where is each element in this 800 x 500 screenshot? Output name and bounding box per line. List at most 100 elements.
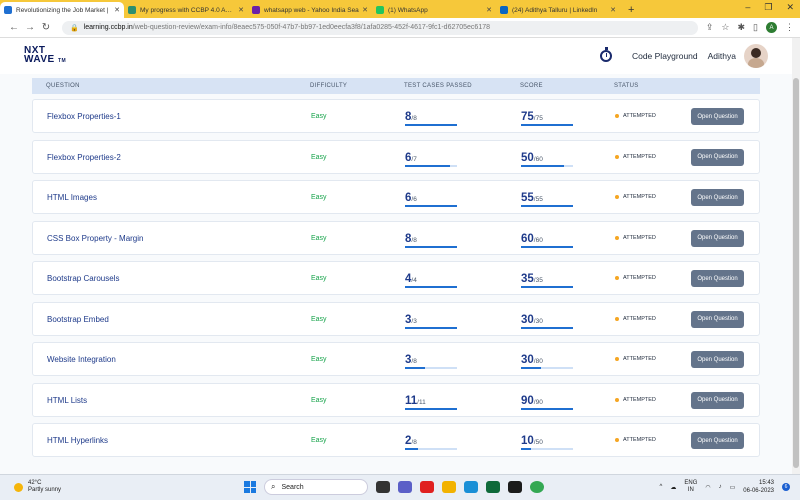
tab-close-icon[interactable]: ✕ <box>114 6 120 14</box>
chevron-up-icon[interactable]: ^ <box>660 484 663 490</box>
tests-progress-fill <box>405 245 457 248</box>
notification-badge[interactable]: 6 <box>782 483 790 491</box>
browser-tab[interactable]: whatsapp web - Yahoo India Sea ✕ <box>248 2 372 18</box>
menu-kebab-icon[interactable]: ⋮ <box>785 22 794 33</box>
weather-text: Partly sunny <box>28 487 62 493</box>
stopwatch-icon[interactable] <box>599 47 612 62</box>
file-explorer-icon[interactable] <box>442 481 456 493</box>
status-badge: ATTEMPTED <box>615 235 656 241</box>
open-question-button[interactable]: Open Question <box>691 432 744 449</box>
cloud-icon[interactable]: ☁ <box>670 484 676 491</box>
question-title[interactable]: Flexbox Properties-1 <box>47 112 121 121</box>
close-window-icon[interactable]: ✕ <box>786 2 794 13</box>
wifi-icon[interactable]: ◠ <box>705 484 710 491</box>
battery-icon[interactable]: ▭ <box>730 484 736 491</box>
url-field[interactable]: 🔒 learning.ccbp.in /web-question-review/… <box>62 20 698 35</box>
score-progress-bar <box>521 205 573 207</box>
taskbar-search[interactable]: ⌕ Search <box>264 479 368 495</box>
user-avatar[interactable] <box>744 44 768 68</box>
status-text: ATTEMPTED <box>623 356 656 362</box>
browser-tab-bar: Revolutionizing the Job Market | ✕ My prog… <box>0 0 800 18</box>
windows-start-icon[interactable] <box>244 481 256 493</box>
dell-icon[interactable] <box>508 481 522 493</box>
code-playground-link[interactable]: Code Playground <box>632 51 698 61</box>
task-view-icon[interactable] <box>376 481 390 493</box>
edge-icon[interactable] <box>464 481 478 493</box>
user-name[interactable]: Adithya <box>708 51 736 61</box>
taskbar-apps: ⌕ Search <box>244 479 544 495</box>
difficulty-label: Easy <box>311 194 327 201</box>
status-dot-icon <box>615 397 619 402</box>
profile-avatar[interactable]: A <box>766 22 777 33</box>
question-title[interactable]: Flexbox Properties-2 <box>47 153 121 162</box>
tests-passed: 8/8 <box>405 107 417 125</box>
score-progress-fill <box>521 164 565 167</box>
open-question-button[interactable]: Open Question <box>691 148 744 166</box>
minimize-icon[interactable]: – <box>745 2 750 13</box>
open-question-button[interactable]: Open Question <box>691 310 744 328</box>
clock[interactable]: 15:43 06-06-2023 <box>743 479 774 495</box>
forward-icon[interactable]: → <box>22 22 38 33</box>
open-question-button[interactable]: Open Question <box>691 270 744 287</box>
tab-title: (1) WhatsApp <box>388 6 428 14</box>
sidebar-icon[interactable]: ▯ <box>753 22 758 33</box>
scrollbar-thumb[interactable] <box>793 78 799 468</box>
question-title[interactable]: Website Integration <box>47 355 116 364</box>
chrome-icon[interactable] <box>530 481 544 493</box>
toolbar-icons: ⇪ ☆ ✱ ▯ A ⋮ <box>706 22 794 33</box>
back-icon[interactable]: ← <box>6 22 22 33</box>
table-row: HTML Lists Easy 11/11 90/90 ATTEMPTED Open Qu… <box>32 382 760 417</box>
status-badge: ATTEMPTED <box>615 316 656 322</box>
reload-icon[interactable]: ↻ <box>38 22 54 33</box>
weather-widget[interactable]: 42°C Partly sunny <box>14 480 61 494</box>
browser-tab[interactable]: Revolutionizing the Job Market | ✕ <box>0 2 124 18</box>
open-question-button[interactable]: Open Question <box>691 189 744 206</box>
share-icon[interactable]: ⇪ <box>706 22 714 33</box>
language-indicator[interactable]: ENG IN <box>684 480 697 494</box>
score-max: /60 <box>533 155 543 163</box>
search-icon: ⌕ <box>271 482 276 491</box>
store-icon[interactable] <box>486 481 500 493</box>
table-row: Website Integration Easy 3/8 30/80 ATTEMPTED… <box>32 342 760 376</box>
tests-progress-bar <box>405 245 457 248</box>
open-question-button[interactable]: Open Question <box>691 229 744 247</box>
tests-passed: 2/8 <box>405 431 417 449</box>
tab-close-icon[interactable]: ✕ <box>610 6 616 14</box>
question-title[interactable]: HTML Images <box>47 193 97 202</box>
open-question-button[interactable]: Open Question <box>691 108 744 125</box>
question-title[interactable]: Bootstrap Carousels <box>47 274 119 283</box>
question-title[interactable]: HTML Lists <box>47 396 87 405</box>
browser-tab[interactable]: (24) Adithya Talluru | LinkedIn ✕ <box>496 2 620 18</box>
new-tab-button[interactable]: + <box>628 2 634 18</box>
question-title[interactable]: HTML Hyperlinks <box>47 436 108 445</box>
tab-favicon-icon <box>500 6 508 14</box>
status-dot-icon <box>615 276 619 280</box>
col-question: QUESTION <box>46 83 80 89</box>
tab-close-icon[interactable]: ✕ <box>486 6 492 14</box>
extensions-icon[interactable]: ✱ <box>738 22 746 33</box>
question-title[interactable]: CSS Box Property - Margin <box>47 234 143 243</box>
open-question-button[interactable]: Open Question <box>691 391 744 409</box>
tab-title: (24) Adithya Talluru | LinkedIn <box>512 6 598 14</box>
difficulty-label: Easy <box>311 356 327 363</box>
open-question-button[interactable]: Open Question <box>691 351 744 368</box>
question-title[interactable]: Bootstrap Embed <box>47 315 109 324</box>
tests-passed: 3/3 <box>405 310 417 328</box>
maximize-icon[interactable]: ❐ <box>764 2 772 13</box>
tests-total: /8 <box>411 115 417 122</box>
score: 35/35 <box>521 269 543 287</box>
tab-close-icon[interactable]: ✕ <box>362 6 368 14</box>
youtube-icon[interactable] <box>420 481 434 493</box>
volume-icon[interactable]: ♪ <box>719 484 722 490</box>
difficulty-label: Easy <box>311 437 327 444</box>
tests-total: /3 <box>411 317 417 325</box>
browser-tab[interactable]: My progress with CCBP 4.0 Acad ✕ <box>124 2 248 18</box>
bookmark-star-icon[interactable]: ☆ <box>721 22 729 33</box>
score: 90/90 <box>521 391 543 409</box>
browser-tab[interactable]: (1) WhatsApp ✕ <box>372 2 496 18</box>
page-scrollbar[interactable] <box>792 38 800 474</box>
tests-total: /4 <box>411 277 417 284</box>
tab-close-icon[interactable]: ✕ <box>238 6 244 14</box>
nxtwave-logo[interactable]: NXT WAVE TM <box>24 46 66 66</box>
teams-icon[interactable] <box>398 481 412 493</box>
